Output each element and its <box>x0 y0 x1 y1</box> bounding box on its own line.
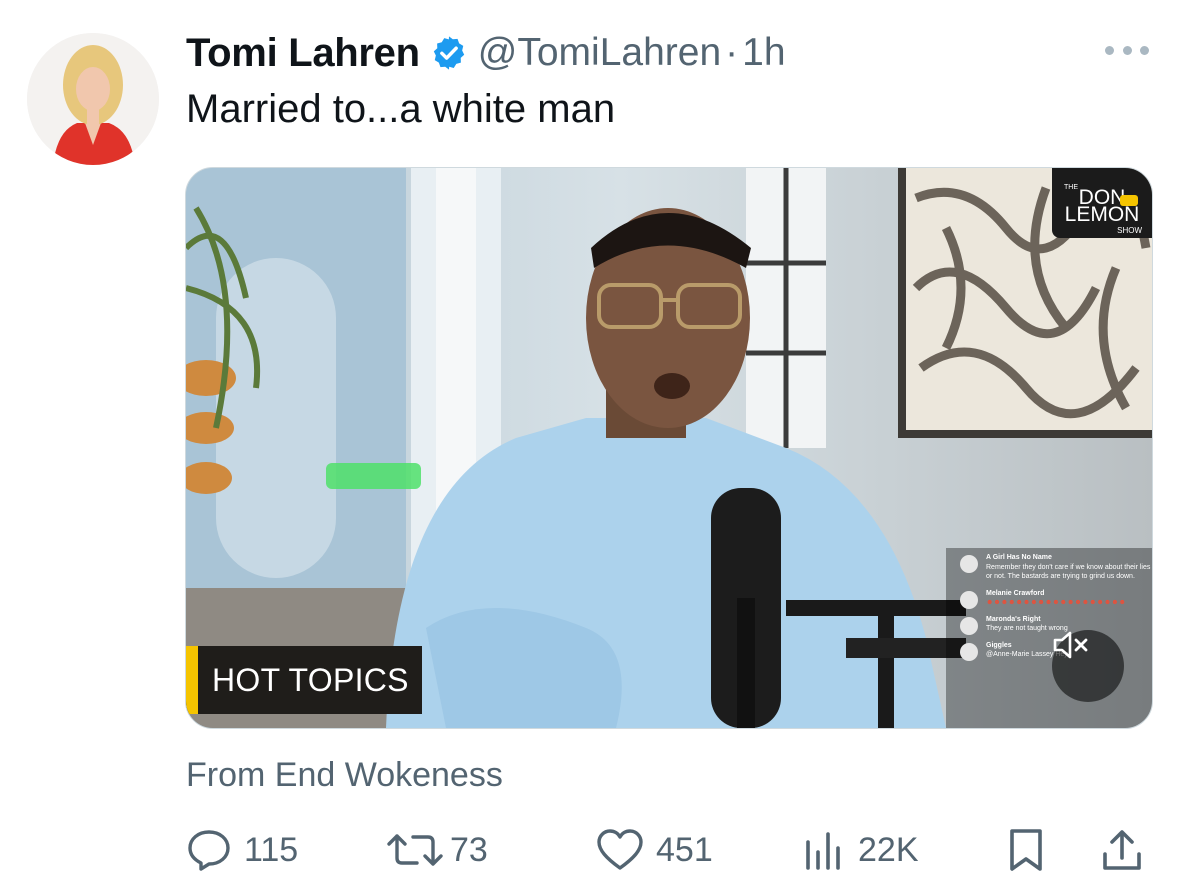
chat-message: A Girl Has No Name Remember they don't c… <box>956 553 1152 582</box>
views-count: 22K <box>858 830 919 869</box>
views-chart-icon <box>806 832 840 870</box>
chat-author: A Girl Has No Name <box>986 554 1052 561</box>
tweet-timestamp[interactable]: 1h <box>742 31 785 75</box>
author-avatar[interactable] <box>27 33 159 165</box>
repost-icon <box>387 834 443 866</box>
reply-icon <box>188 830 230 871</box>
share-icon <box>1103 830 1141 870</box>
like-button[interactable]: 451 <box>596 828 713 872</box>
video-player[interactable]: THE DON LEMON SHOW A Girl Has No Name Re… <box>185 167 1153 729</box>
share-button[interactable] <box>1100 828 1144 872</box>
chat-author: Melanie Crawford <box>986 589 1045 597</box>
muted-speaker-icon <box>1053 631 1088 659</box>
chat-author: Maronda's Right <box>986 615 1041 623</box>
chat-text: Remember they don't care if we know abou… <box>986 563 1151 581</box>
author-handle[interactable]: @TomiLahren <box>478 31 721 75</box>
reply-button[interactable]: 115 <box>186 828 298 872</box>
chat-avatar <box>960 590 978 609</box>
repost-button[interactable]: 73 <box>386 828 488 872</box>
mute-button[interactable] <box>1052 630 1124 702</box>
meta-separator: · <box>725 31 739 74</box>
repost-count: 73 <box>450 830 488 869</box>
logo-line2: LEMON <box>1064 203 1140 226</box>
more-options-icon[interactable] <box>1105 38 1149 62</box>
bookmark-icon <box>1010 829 1042 871</box>
chat-avatar <box>960 555 978 573</box>
hot-topics-label: HOT TOPICS <box>186 646 422 714</box>
bookmark-button[interactable] <box>1006 828 1046 872</box>
logo-line3: SHOW <box>1117 226 1142 235</box>
like-count: 451 <box>656 830 713 869</box>
author-name[interactable]: Tomi Lahren <box>186 31 420 76</box>
chat-message: Melanie Crawford ☻☻☻☻☻☻☻☻☻☻☻☻☻☻☻☻☻☻☻ <box>956 589 1152 609</box>
chat-avatar <box>960 642 978 661</box>
views-button[interactable]: 22K <box>802 828 919 872</box>
tweet-text: Married to...a white man <box>186 87 616 131</box>
chat-avatar <box>960 616 978 635</box>
chat-emoji-row: ☻☻☻☻☻☻☻☻☻☻☻☻☻☻☻☻☻☻☻ <box>986 599 1126 606</box>
avatar-image <box>27 33 159 165</box>
tweet-source[interactable]: From End Wokeness <box>186 756 503 795</box>
reply-count: 115 <box>244 830 299 869</box>
tweet-header: Tomi Lahren @TomiLahren · 1h <box>186 28 786 78</box>
verified-badge-icon <box>433 36 464 70</box>
show-logo: THE DON LEMON SHOW <box>1052 168 1152 238</box>
heart-icon <box>597 829 643 870</box>
